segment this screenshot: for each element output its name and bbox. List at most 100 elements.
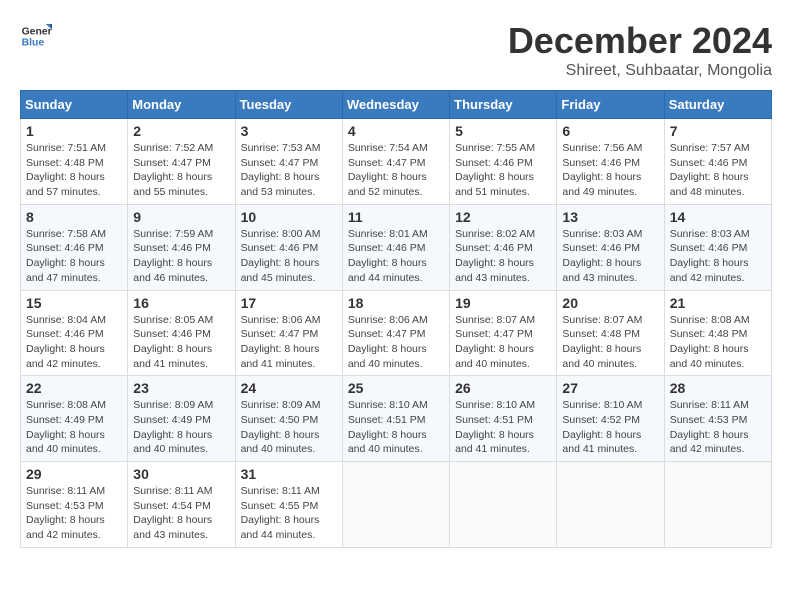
day-number: 5 <box>455 123 551 139</box>
calendar-cell: 26 Sunrise: 8:10 AMSunset: 4:51 PMDayligh… <box>450 376 557 462</box>
day-info: Sunrise: 8:08 AMSunset: 4:49 PMDaylight:… <box>26 398 122 457</box>
day-number: 13 <box>562 209 658 225</box>
day-info: Sunrise: 7:52 AMSunset: 4:47 PMDaylight:… <box>133 141 229 200</box>
calendar-table: SundayMondayTuesdayWednesdayThursdayFrid… <box>20 90 772 548</box>
day-info: Sunrise: 8:07 AMSunset: 4:48 PMDaylight:… <box>562 313 658 372</box>
weekday-header-row: SundayMondayTuesdayWednesdayThursdayFrid… <box>21 91 772 119</box>
day-info: Sunrise: 8:11 AMSunset: 4:54 PMDaylight:… <box>133 484 229 543</box>
day-number: 3 <box>241 123 337 139</box>
day-number: 2 <box>133 123 229 139</box>
title-section: December 2024 Shireet, Suhbaatar, Mongol… <box>508 20 772 80</box>
calendar-cell <box>557 462 664 548</box>
day-number: 30 <box>133 466 229 482</box>
calendar-cell <box>664 462 771 548</box>
calendar-cell: 20 Sunrise: 8:07 AMSunset: 4:48 PMDayligh… <box>557 290 664 376</box>
day-number: 14 <box>670 209 766 225</box>
day-info: Sunrise: 7:57 AMSunset: 4:46 PMDaylight:… <box>670 141 766 200</box>
weekday-header-friday: Friday <box>557 91 664 119</box>
day-number: 18 <box>348 295 444 311</box>
day-info: Sunrise: 8:03 AMSunset: 4:46 PMDaylight:… <box>562 227 658 286</box>
day-number: 25 <box>348 380 444 396</box>
day-number: 6 <box>562 123 658 139</box>
calendar-cell <box>450 462 557 548</box>
calendar-cell: 28 Sunrise: 8:11 AMSunset: 4:53 PMDayligh… <box>664 376 771 462</box>
calendar-cell: 30 Sunrise: 8:11 AMSunset: 4:54 PMDayligh… <box>128 462 235 548</box>
day-info: Sunrise: 8:11 AMSunset: 4:53 PMDaylight:… <box>26 484 122 543</box>
day-info: Sunrise: 8:06 AMSunset: 4:47 PMDaylight:… <box>348 313 444 372</box>
calendar-cell: 21 Sunrise: 8:08 AMSunset: 4:48 PMDayligh… <box>664 290 771 376</box>
day-number: 27 <box>562 380 658 396</box>
day-number: 8 <box>26 209 122 225</box>
svg-text:Blue: Blue <box>22 38 45 49</box>
calendar-cell: 2 Sunrise: 7:52 AMSunset: 4:47 PMDaylight… <box>128 119 235 205</box>
weekday-header-saturday: Saturday <box>664 91 771 119</box>
weekday-header-wednesday: Wednesday <box>342 91 449 119</box>
day-number: 7 <box>670 123 766 139</box>
day-info: Sunrise: 7:54 AMSunset: 4:47 PMDaylight:… <box>348 141 444 200</box>
calendar-cell: 4 Sunrise: 7:54 AMSunset: 4:47 PMDaylight… <box>342 119 449 205</box>
day-info: Sunrise: 8:10 AMSunset: 4:52 PMDaylight:… <box>562 398 658 457</box>
calendar-body: 1 Sunrise: 7:51 AMSunset: 4:48 PMDaylight… <box>21 119 772 548</box>
weekday-header-tuesday: Tuesday <box>235 91 342 119</box>
calendar-cell: 10 Sunrise: 8:00 AMSunset: 4:46 PMDayligh… <box>235 204 342 290</box>
day-number: 28 <box>670 380 766 396</box>
day-number: 11 <box>348 209 444 225</box>
calendar-cell: 31 Sunrise: 8:11 AMSunset: 4:55 PMDayligh… <box>235 462 342 548</box>
calendar-cell: 24 Sunrise: 8:09 AMSunset: 4:50 PMDayligh… <box>235 376 342 462</box>
calendar-cell: 11 Sunrise: 8:01 AMSunset: 4:46 PMDayligh… <box>342 204 449 290</box>
calendar-cell: 5Sunrise: 7:55 AMSunset: 4:46 PMDaylight… <box>450 119 557 205</box>
calendar-week-row: 29Sunrise: 8:11 AMSunset: 4:53 PMDayligh… <box>21 462 772 548</box>
calendar-cell: 6Sunrise: 7:56 AMSunset: 4:46 PMDaylight… <box>557 119 664 205</box>
day-number: 19 <box>455 295 551 311</box>
day-info: Sunrise: 8:09 AMSunset: 4:50 PMDaylight:… <box>241 398 337 457</box>
calendar-week-row: 22Sunrise: 8:08 AMSunset: 4:49 PMDayligh… <box>21 376 772 462</box>
calendar-cell: 23 Sunrise: 8:09 AMSunset: 4:49 PMDayligh… <box>128 376 235 462</box>
calendar-cell: 18 Sunrise: 8:06 AMSunset: 4:47 PMDayligh… <box>342 290 449 376</box>
day-info: Sunrise: 7:53 AMSunset: 4:47 PMDaylight:… <box>241 141 337 200</box>
calendar-cell: 22Sunrise: 8:08 AMSunset: 4:49 PMDayligh… <box>21 376 128 462</box>
day-info: Sunrise: 8:11 AMSunset: 4:55 PMDaylight:… <box>241 484 337 543</box>
calendar-cell: 3 Sunrise: 7:53 AMSunset: 4:47 PMDaylight… <box>235 119 342 205</box>
day-number: 9 <box>133 209 229 225</box>
day-info: Sunrise: 8:02 AMSunset: 4:46 PMDaylight:… <box>455 227 551 286</box>
day-info: Sunrise: 8:06 AMSunset: 4:47 PMDaylight:… <box>241 313 337 372</box>
day-number: 31 <box>241 466 337 482</box>
location-subtitle: Shireet, Suhbaatar, Mongolia <box>508 62 772 80</box>
day-number: 20 <box>562 295 658 311</box>
page-header: General Blue December 2024 Shireet, Suhb… <box>20 20 772 80</box>
calendar-cell: 15Sunrise: 8:04 AMSunset: 4:46 PMDayligh… <box>21 290 128 376</box>
calendar-cell: 7 Sunrise: 7:57 AMSunset: 4:46 PMDaylight… <box>664 119 771 205</box>
day-info: Sunrise: 8:08 AMSunset: 4:48 PMDaylight:… <box>670 313 766 372</box>
calendar-cell: 27 Sunrise: 8:10 AMSunset: 4:52 PMDayligh… <box>557 376 664 462</box>
day-number: 26 <box>455 380 551 396</box>
calendar-cell: 25 Sunrise: 8:10 AMSunset: 4:51 PMDayligh… <box>342 376 449 462</box>
day-info: Sunrise: 8:09 AMSunset: 4:49 PMDaylight:… <box>133 398 229 457</box>
day-number: 15 <box>26 295 122 311</box>
day-number: 17 <box>241 295 337 311</box>
day-info: Sunrise: 8:11 AMSunset: 4:53 PMDaylight:… <box>670 398 766 457</box>
day-info: Sunrise: 7:58 AMSunset: 4:46 PMDaylight:… <box>26 227 122 286</box>
day-number: 12 <box>455 209 551 225</box>
day-number: 1 <box>26 123 122 139</box>
weekday-header-thursday: Thursday <box>450 91 557 119</box>
day-number: 21 <box>670 295 766 311</box>
svg-text:General: General <box>22 26 52 37</box>
day-number: 23 <box>133 380 229 396</box>
day-info: Sunrise: 8:10 AMSunset: 4:51 PMDaylight:… <box>348 398 444 457</box>
calendar-cell: 29Sunrise: 8:11 AMSunset: 4:53 PMDayligh… <box>21 462 128 548</box>
calendar-cell: 14Sunrise: 8:03 AMSunset: 4:46 PMDayligh… <box>664 204 771 290</box>
day-number: 24 <box>241 380 337 396</box>
day-info: Sunrise: 8:01 AMSunset: 4:46 PMDaylight:… <box>348 227 444 286</box>
day-number: 4 <box>348 123 444 139</box>
day-number: 10 <box>241 209 337 225</box>
calendar-cell: 9Sunrise: 7:59 AMSunset: 4:46 PMDaylight… <box>128 204 235 290</box>
day-info: Sunrise: 8:00 AMSunset: 4:46 PMDaylight:… <box>241 227 337 286</box>
calendar-cell: 19 Sunrise: 8:07 AMSunset: 4:47 PMDayligh… <box>450 290 557 376</box>
day-info: Sunrise: 8:07 AMSunset: 4:47 PMDaylight:… <box>455 313 551 372</box>
day-info: Sunrise: 7:51 AMSunset: 4:48 PMDaylight:… <box>26 141 122 200</box>
calendar-week-row: 8 Sunrise: 7:58 AMSunset: 4:46 PMDaylight… <box>21 204 772 290</box>
calendar-header: SundayMondayTuesdayWednesdayThursdayFrid… <box>21 91 772 119</box>
calendar-cell <box>342 462 449 548</box>
day-info: Sunrise: 8:10 AMSunset: 4:51 PMDaylight:… <box>455 398 551 457</box>
calendar-cell: 12 Sunrise: 8:02 AMSunset: 4:46 PMDayligh… <box>450 204 557 290</box>
